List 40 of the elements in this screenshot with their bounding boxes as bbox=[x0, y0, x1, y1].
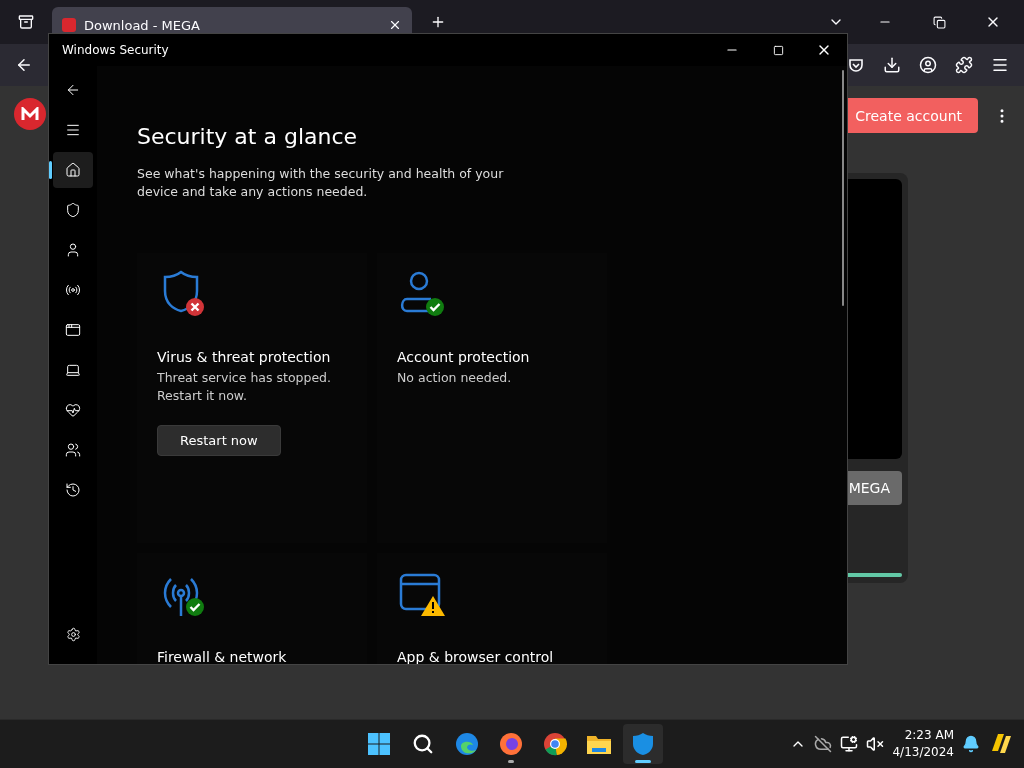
card-description: Threat service has stopped. Restart it now. bbox=[157, 369, 332, 405]
selection-indicator bbox=[49, 161, 52, 179]
history-icon bbox=[65, 482, 81, 498]
person-icon bbox=[65, 242, 81, 258]
close-icon[interactable] bbox=[388, 18, 402, 32]
mega-favicon-icon bbox=[62, 18, 76, 32]
cloud-off-icon[interactable] bbox=[814, 735, 833, 754]
search-icon bbox=[412, 733, 434, 756]
swirl-logo-icon bbox=[455, 732, 479, 757]
taskbar-app[interactable] bbox=[623, 724, 663, 765]
shield-icon bbox=[631, 732, 655, 757]
window-icon bbox=[65, 322, 81, 338]
card-description: No action needed. bbox=[397, 369, 513, 387]
network-icon[interactable] bbox=[840, 735, 859, 754]
card-title: Account protection bbox=[397, 349, 531, 365]
laptop-icon bbox=[65, 362, 81, 378]
window-title: Windows Security bbox=[62, 43, 170, 57]
time-text: 2:23 AM bbox=[904, 727, 954, 745]
shield-icon bbox=[65, 202, 81, 218]
restart-button[interactable]: Restart now bbox=[157, 425, 281, 456]
date-text: 4/13/2024 bbox=[892, 744, 954, 762]
antenna-icon bbox=[65, 282, 81, 298]
people-icon bbox=[65, 442, 81, 458]
card-title: App & browser control bbox=[397, 649, 555, 664]
card-title: Virus & threat protection bbox=[157, 349, 332, 365]
bell-icon[interactable] bbox=[962, 735, 980, 754]
windows-logo-icon bbox=[367, 732, 391, 757]
running-indicator bbox=[508, 760, 514, 764]
page-heading: Security at a glance bbox=[137, 124, 359, 149]
mega-logo-icon[interactable] bbox=[14, 98, 46, 130]
intro-text: See what's happening with the security and health of your device and take any actions needed. bbox=[137, 165, 505, 201]
fox-logo-icon bbox=[499, 732, 523, 757]
card-title: Firewall & network bbox=[157, 649, 288, 664]
chrome-logo-icon bbox=[543, 732, 567, 757]
clock[interactable]: 2:23 AM 4/13/2024 bbox=[892, 727, 954, 762]
speaker-muted-icon[interactable] bbox=[866, 735, 885, 754]
scrollbar[interactable] bbox=[842, 70, 844, 306]
home-icon bbox=[65, 162, 81, 178]
running-indicator bbox=[635, 760, 651, 764]
heart-pulse-icon bbox=[65, 402, 81, 418]
